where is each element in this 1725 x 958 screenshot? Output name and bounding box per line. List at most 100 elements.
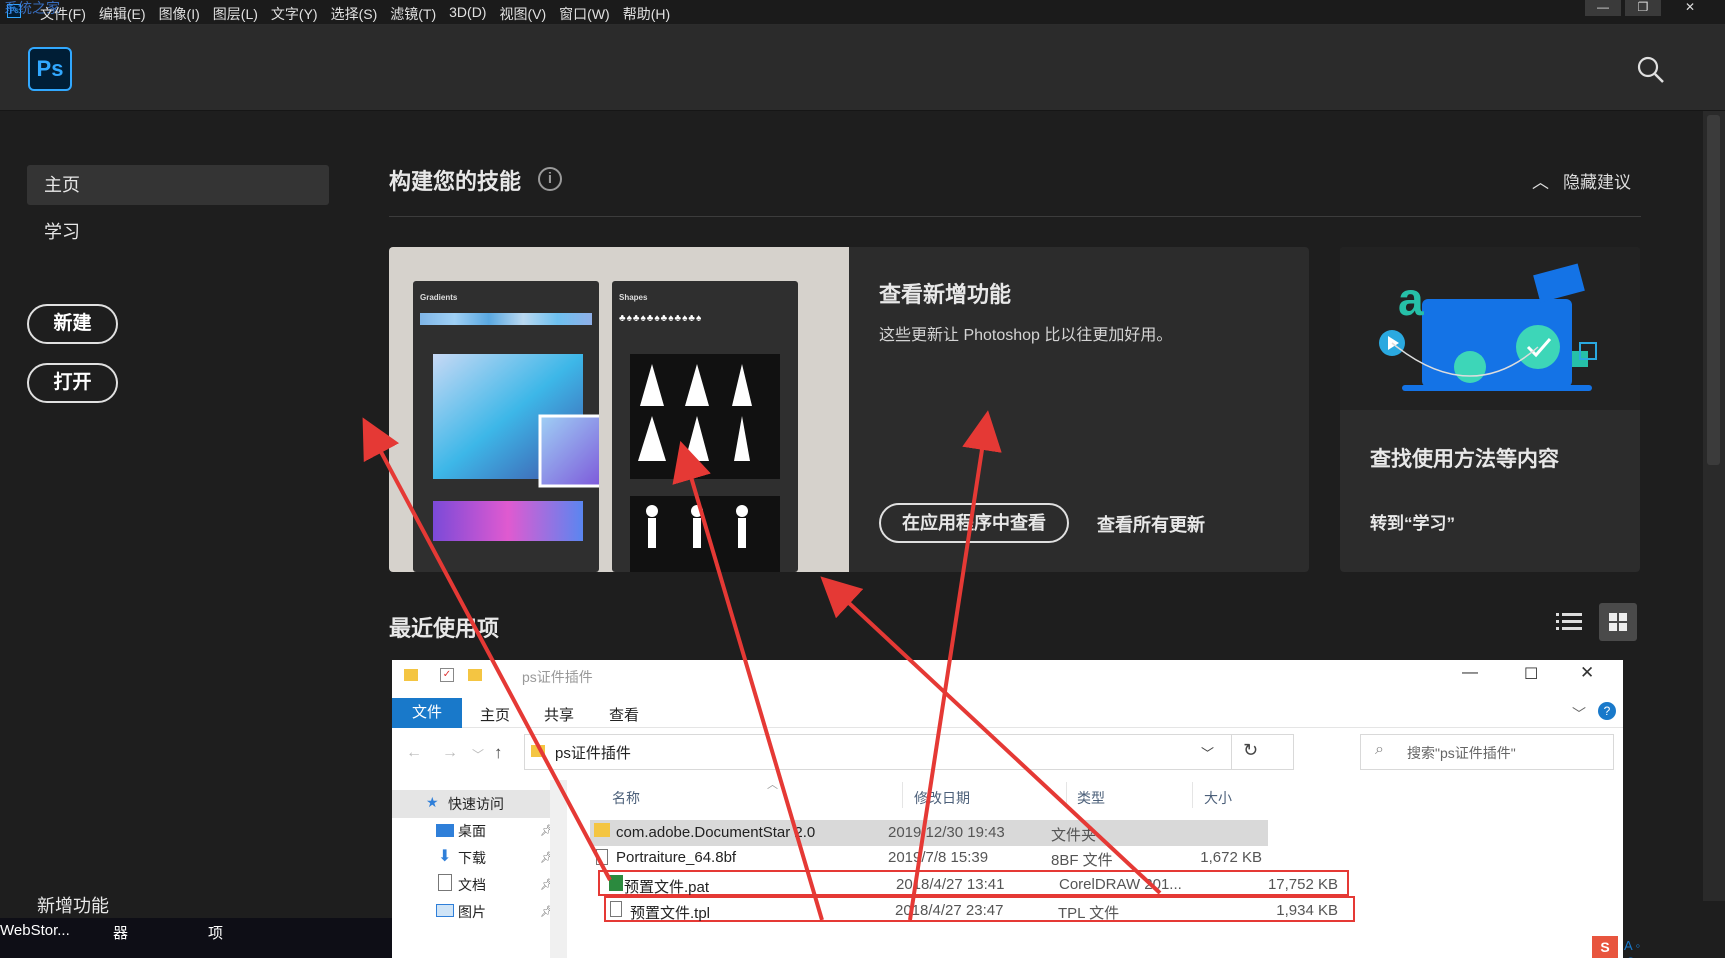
file-date: 2019/12/30 19:43 xyxy=(888,824,1005,841)
file-icon xyxy=(596,849,608,865)
up-arrow-icon[interactable]: ↑ xyxy=(494,743,503,763)
explorer-titlebar: ✓ ps证件插件 — ☐ ✕ xyxy=(392,660,1623,692)
file-row[interactable]: Portraiture_64.8bf 2019/7/8 15:39 8BF 文件… xyxy=(590,845,1268,871)
nav-pictures[interactable]: 图片 xyxy=(458,902,486,922)
explorer-ribbon: 文件 主页 共享 查看 ﹀ ? xyxy=(392,698,1623,728)
menu-view[interactable]: 视图(V) xyxy=(499,4,546,24)
recent-locations-icon[interactable]: ﹀ xyxy=(472,746,484,763)
close-button[interactable]: ✕ xyxy=(1670,0,1710,16)
open-button[interactable]: 打开 xyxy=(27,363,118,403)
menu-3d[interactable]: 3D(D) xyxy=(449,4,486,24)
explorer-window-title: ps证件插件 xyxy=(522,669,593,685)
whats-new-description: 这些更新让 Photoshop 比以往更加好用。 xyxy=(879,327,1173,344)
menu-filter[interactable]: 滤镜(T) xyxy=(390,4,436,24)
column-header-date[interactable]: 修改日期 xyxy=(914,788,970,808)
sidebar-item-home[interactable]: 主页 xyxy=(27,165,329,205)
menu-edit[interactable]: 编辑(E) xyxy=(99,4,146,24)
ribbon-tab-home[interactable]: 主页 xyxy=(480,704,510,725)
menu-bar: Ps 系统之家 文件(F) 编辑(E) 图像(I) 图层(L) 文字(Y) 选择… xyxy=(0,0,1725,25)
hide-suggestions-label: 隐藏建议 xyxy=(1563,173,1631,192)
file-date: 2018/4/27 23:47 xyxy=(895,902,1004,919)
file-type: 文件夹 xyxy=(1051,827,1097,844)
explorer-search-icon: ⌕ xyxy=(1375,741,1384,758)
forward-arrow-icon[interactable]: → xyxy=(442,744,458,762)
file-size: 17,752 KB xyxy=(1267,876,1338,893)
ribbon-tab-file[interactable]: 文件 xyxy=(392,698,462,728)
gradients-panel-title: Gradients xyxy=(420,293,458,302)
menu-window[interactable]: 窗口(W) xyxy=(559,4,610,24)
file-row-highlighted[interactable]: 预置文件.tpl 2018/4/27 23:47 TPL 文件 1,934 KB xyxy=(604,896,1355,922)
sort-up-icon: ︿ xyxy=(767,779,778,791)
navigation-pane: ★ 快速访问 桌面 ⬇ 下载 文档 图片 📌︎ 📌︎ 📌︎ 📌︎ xyxy=(392,780,567,958)
ime-logo-icon[interactable]: S xyxy=(1592,936,1618,958)
whats-new-card[interactable]: Gradients Shapes ♣♠♣♠♣♠♣♠♣♠♣♠ 查看新增功能 这些更… xyxy=(389,247,1309,572)
sidebar-item-learn[interactable]: 学习 xyxy=(44,218,80,244)
shapes-panel-title: Shapes xyxy=(619,293,648,302)
ribbon-tab-view[interactable]: 查看 xyxy=(609,704,639,725)
search-icon[interactable] xyxy=(1636,55,1666,90)
menu-select[interactable]: 选择(S) xyxy=(331,4,378,24)
help-icon[interactable]: ? xyxy=(1598,702,1616,720)
desktop-icon xyxy=(436,824,454,837)
shapes-panel-image: Shapes ♣♠♣♠♣♠♣♠♣♠♣♠ xyxy=(612,281,798,572)
file-row[interactable]: com.adobe.DocumentStar 2.0 2019/12/30 19… xyxy=(590,820,1268,846)
minimize-button[interactable]: — xyxy=(1585,0,1621,16)
ribbon-expand-icon[interactable]: ﹀ xyxy=(1572,704,1586,724)
taskbar-item-webstorm[interactable]: WebStor... xyxy=(0,922,70,939)
refresh-icon[interactable]: ↻ xyxy=(1243,740,1258,761)
go-to-learn-link[interactable]: 转到“学习” xyxy=(1370,509,1455,534)
explorer-maximize-button[interactable]: ☐ xyxy=(1524,664,1538,684)
list-view-icon[interactable] xyxy=(1556,610,1582,639)
scrollbar-thumb[interactable] xyxy=(1707,115,1720,465)
new-button[interactable]: 新建 xyxy=(27,304,118,344)
taskbar-item-3[interactable]: 项 xyxy=(208,922,223,943)
folder-icon xyxy=(594,823,610,837)
menu-file[interactable]: 文件(F) xyxy=(40,4,86,24)
column-header-size[interactable]: 大小 xyxy=(1204,788,1232,808)
address-dropdown-icon[interactable]: ﹀ xyxy=(1201,743,1214,762)
restore-button[interactable]: ❐ xyxy=(1625,0,1661,16)
nav-scrollbar[interactable] xyxy=(550,780,567,958)
ime-toolbar-icons[interactable]: A ◦ ☺ 🎤︎ ⌨︎ xyxy=(1624,938,1643,958)
file-name: Portraiture_64.8bf xyxy=(616,849,737,866)
explorer-minimize-button[interactable]: — xyxy=(1462,664,1478,682)
menu-type[interactable]: 文字(Y) xyxy=(271,4,318,24)
back-arrow-icon[interactable]: ← xyxy=(406,744,422,762)
hide-suggestions-button[interactable]: ︿ 隐藏建议 xyxy=(1532,168,1631,193)
address-bar[interactable]: ps证件插件 ﹀ ↻ xyxy=(524,734,1294,770)
info-icon[interactable]: i xyxy=(538,167,562,191)
file-type: 8BF 文件 xyxy=(1051,852,1113,869)
file-explorer-window: ✓ ps证件插件 — ☐ ✕ 文件 主页 共享 查看 ﹀ ? ← → ﹀ ↑ p… xyxy=(392,660,1640,958)
ribbon-tab-share[interactable]: 共享 xyxy=(544,704,574,725)
menu-help[interactable]: 帮助(H) xyxy=(623,4,670,24)
column-header-type[interactable]: 类型 xyxy=(1077,788,1105,808)
file-icon xyxy=(610,901,622,917)
view-in-app-button[interactable]: 在应用程序中查看 xyxy=(879,503,1069,543)
explorer-close-button[interactable]: ✕ xyxy=(1580,663,1594,683)
file-row-highlighted[interactable]: 预置文件.pat 2018/4/27 13:41 CorelDRAW 201..… xyxy=(598,870,1349,896)
file-name: 预置文件.pat xyxy=(624,879,710,896)
file-size: 1,672 KB xyxy=(1200,849,1262,866)
nav-quick-access[interactable]: 快速访问 xyxy=(448,794,504,814)
divider xyxy=(389,216,1641,217)
file-size: 1,934 KB xyxy=(1276,902,1338,919)
download-icon: ⬇ xyxy=(438,848,452,865)
search-placeholder: 搜索"ps证件插件" xyxy=(1407,745,1516,761)
column-header-name[interactable]: 名称 xyxy=(612,788,640,808)
learn-card-title: 查找使用方法等内容 xyxy=(1370,448,1559,471)
menu-image[interactable]: 图像(I) xyxy=(159,4,200,24)
document-icon xyxy=(438,874,452,891)
nav-desktop[interactable]: 桌面 xyxy=(458,821,486,841)
svg-text:a: a xyxy=(1398,273,1424,325)
search-box[interactable]: ⌕ 搜索"ps证件插件" xyxy=(1360,734,1614,770)
menu-layer[interactable]: 图层(L) xyxy=(213,4,258,24)
whats-new-link[interactable]: 新增功能 xyxy=(37,892,109,918)
folder-icon xyxy=(531,745,545,757)
learn-card[interactable]: a 查找使用方法等内容 转到“学习” xyxy=(1340,247,1640,572)
nav-downloads[interactable]: 下载 xyxy=(458,848,486,868)
grid-view-icon[interactable] xyxy=(1599,603,1637,641)
pictures-icon xyxy=(436,904,454,917)
taskbar-item-2[interactable]: 器 xyxy=(113,922,128,943)
view-all-updates-link[interactable]: 查看所有更新 xyxy=(1097,511,1205,537)
nav-documents[interactable]: 文档 xyxy=(458,875,486,895)
